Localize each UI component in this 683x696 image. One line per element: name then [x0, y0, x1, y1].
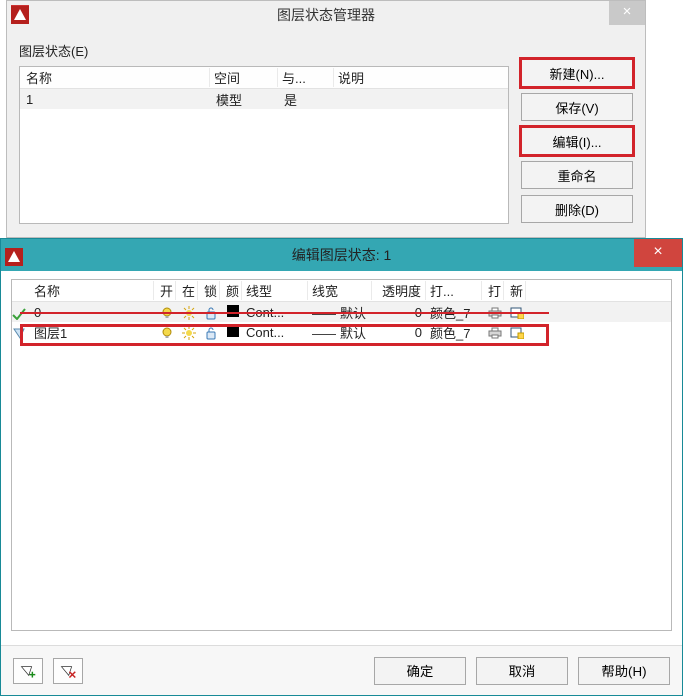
layer-states-header[interactable]: 名称 空间 与... 说明 [20, 67, 508, 89]
col-trans[interactable]: 透明度 [372, 281, 426, 300]
layer-row[interactable]: 0 Cont... 默认 0 颜色_7 [12, 302, 671, 322]
color-swatch[interactable] [220, 305, 242, 320]
app-icon [11, 5, 29, 23]
transparency[interactable]: 0 [372, 305, 426, 320]
printer-icon[interactable] [482, 325, 504, 340]
add-layer-button[interactable] [13, 658, 43, 684]
plot-style[interactable]: 颜色_7 [426, 303, 482, 322]
layer-name: 0 [30, 305, 154, 320]
col-name[interactable]: 名称 [20, 68, 210, 87]
edit-layer-state-dialog: 编辑图层状态: 1 × 名称 开 在 锁 颜 线型 线宽 透明度 打... 打 … [0, 238, 683, 696]
layer-name: 图层1 [30, 323, 154, 342]
dialog1-title: 图层状态管理器 [277, 7, 375, 23]
layer-states-list[interactable]: 名称 空间 与... 说明 1 模型 是 [19, 66, 509, 224]
plot-style[interactable]: 颜色_7 [426, 323, 482, 342]
app-icon [5, 245, 23, 263]
col-lock[interactable]: 锁 [198, 281, 220, 300]
delete-button[interactable]: 删除(D) [521, 195, 633, 223]
lineweight[interactable]: 默认 [308, 303, 372, 322]
layer-list[interactable]: 名称 开 在 锁 颜 线型 线宽 透明度 打... 打 新 0 [11, 279, 672, 631]
col-freeze[interactable]: 在 [176, 281, 198, 300]
dialog2-footer: 确定 取消 帮助(H) [1, 645, 682, 695]
col-pstyle[interactable]: 打... [426, 281, 482, 300]
dialog2-title: 编辑图层状态: 1 [292, 247, 392, 263]
remove-layer-button[interactable] [53, 658, 83, 684]
save-button[interactable]: 保存(V) [521, 93, 633, 121]
help-button[interactable]: 帮助(H) [578, 657, 670, 685]
new-vp-icon[interactable] [504, 305, 526, 320]
new-button[interactable]: 新建(N)... [521, 59, 633, 87]
layer-row[interactable]: 图层1 Cont... 默认 0 颜色_7 [12, 322, 671, 342]
bulb-icon[interactable] [154, 325, 176, 340]
bulb-icon[interactable] [154, 305, 176, 320]
lineweight[interactable]: 默认 [308, 323, 372, 342]
status-icon [12, 324, 30, 340]
sun-icon[interactable] [176, 304, 198, 320]
row-same: 是 [278, 90, 334, 109]
col-ltype[interactable]: 线型 [242, 281, 308, 300]
status-icon [12, 304, 30, 320]
color-swatch[interactable] [220, 325, 242, 340]
dialog1-titlebar[interactable]: 图层状态管理器 × [7, 1, 645, 29]
layer-states-label: 图层状态(E) [19, 41, 509, 60]
col-same[interactable]: 与... [278, 68, 334, 87]
row-name: 1 [20, 92, 210, 107]
ok-button[interactable]: 确定 [374, 657, 466, 685]
background-grid [648, 0, 683, 238]
layer-state-manager-dialog: 图层状态管理器 × 图层状态(E) 名称 空间 与... 说明 1 模型 是 [6, 0, 646, 238]
lock-icon[interactable] [198, 304, 220, 320]
col-lw[interactable]: 线宽 [308, 281, 372, 300]
col-on[interactable]: 开 [154, 281, 176, 300]
col-plot[interactable]: 打 [482, 281, 504, 300]
linetype[interactable]: Cont... [242, 305, 308, 320]
dialog2-titlebar[interactable]: 编辑图层状态: 1 × [1, 239, 682, 271]
col-name[interactable]: 名称 [30, 281, 154, 300]
sun-icon[interactable] [176, 324, 198, 340]
linetype[interactable]: Cont... [242, 325, 308, 340]
cancel-button[interactable]: 取消 [476, 657, 568, 685]
rename-button[interactable]: 重命名 [521, 161, 633, 189]
col-desc[interactable]: 说明 [334, 68, 508, 87]
new-vp-icon[interactable] [504, 325, 526, 340]
col-space[interactable]: 空间 [210, 68, 278, 87]
transparency[interactable]: 0 [372, 325, 426, 340]
row-space: 模型 [210, 90, 278, 109]
dialog2-close-button[interactable]: × [634, 239, 682, 267]
lock-icon[interactable] [198, 324, 220, 340]
layer-state-row[interactable]: 1 模型 是 [20, 89, 508, 109]
edit-button[interactable]: 编辑(I)... [521, 127, 633, 155]
col-new[interactable]: 新 [504, 281, 526, 300]
col-color[interactable]: 颜 [220, 281, 242, 300]
layer-list-header[interactable]: 名称 开 在 锁 颜 线型 线宽 透明度 打... 打 新 [12, 280, 671, 302]
printer-icon[interactable] [482, 305, 504, 320]
dialog1-close-button[interactable]: × [609, 1, 645, 25]
